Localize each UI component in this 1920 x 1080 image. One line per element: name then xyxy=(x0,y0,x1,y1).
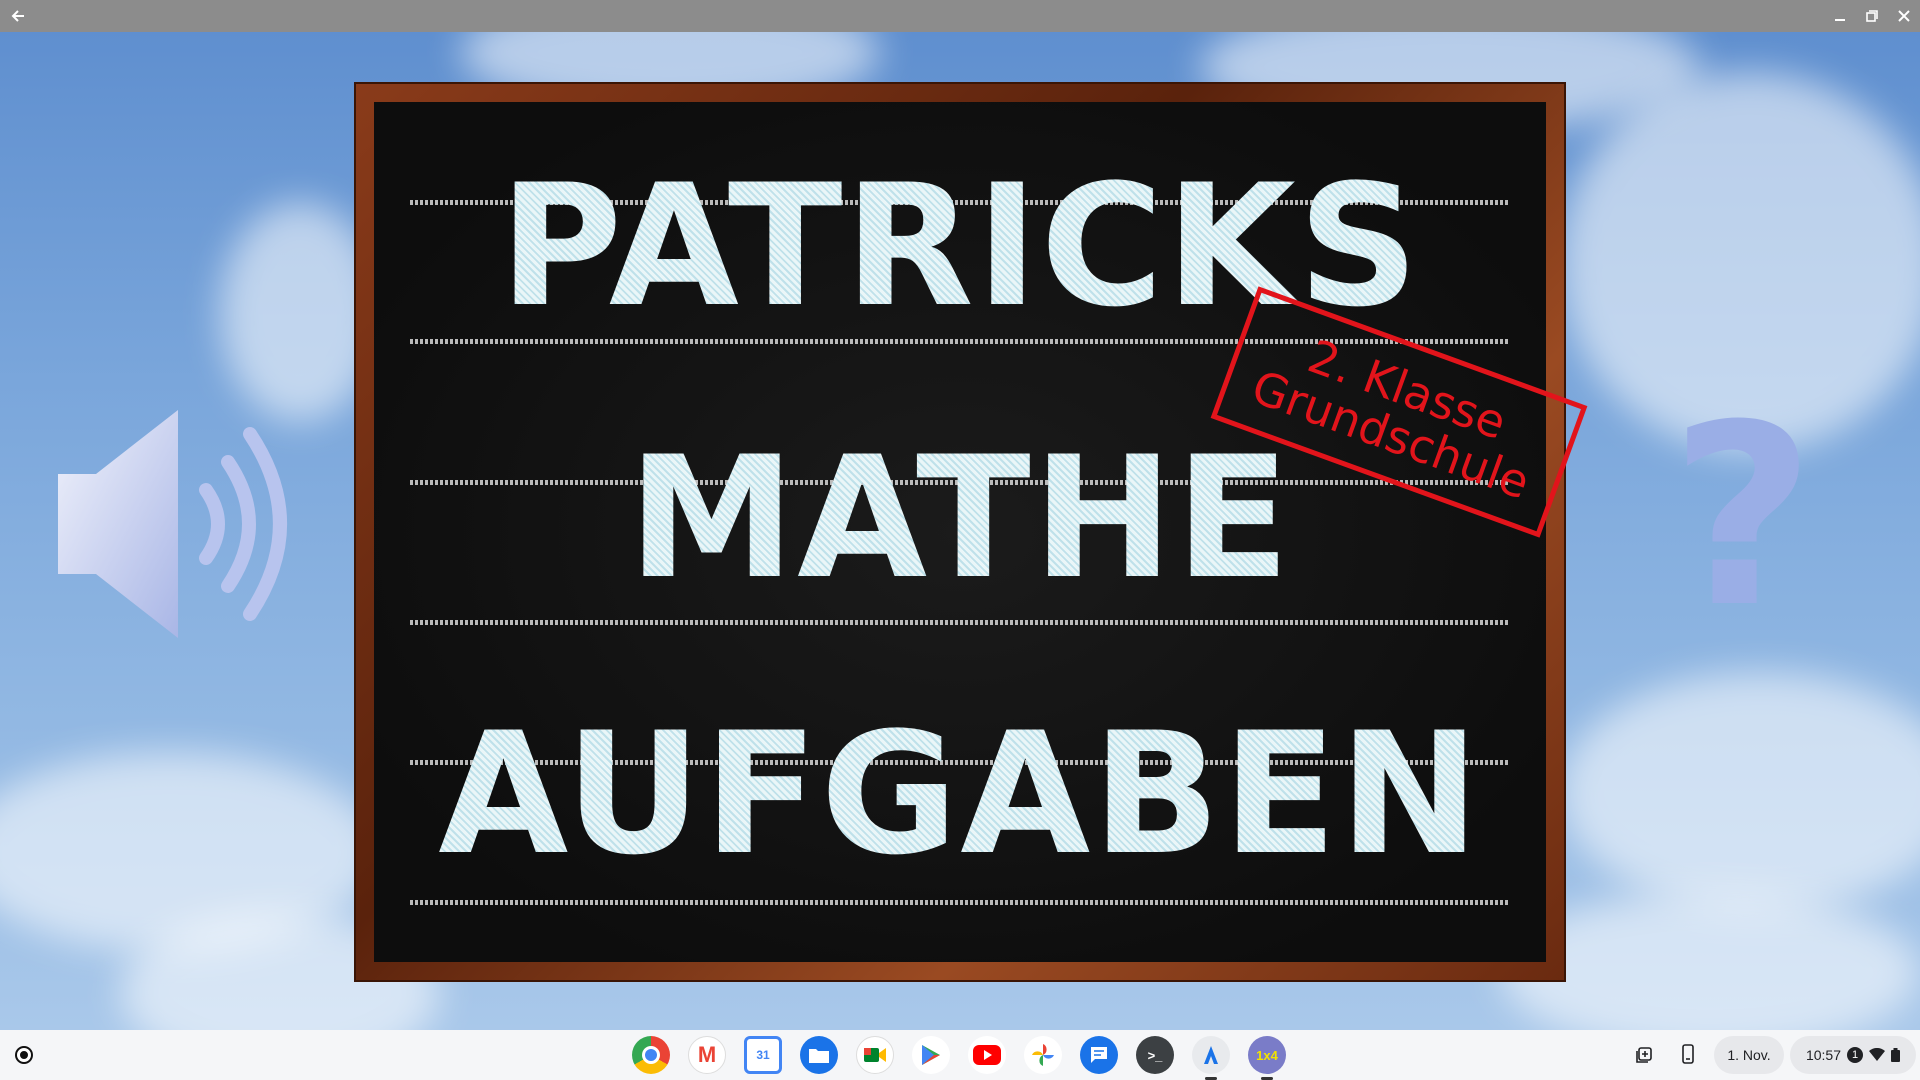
speaker-button[interactable] xyxy=(52,404,302,644)
chrome-icon xyxy=(642,1046,660,1064)
battery-icon xyxy=(1891,1048,1901,1062)
speaker-icon xyxy=(58,410,287,638)
gmail-app[interactable]: M xyxy=(688,1036,726,1074)
restore-button[interactable] xyxy=(1856,0,1888,32)
date-tray[interactable]: 1. Nov. xyxy=(1714,1036,1784,1074)
back-button[interactable] xyxy=(2,0,34,32)
calendar-icon: 31 xyxy=(756,1048,770,1062)
close-icon xyxy=(1898,10,1910,22)
arrow-left-icon xyxy=(11,10,24,22)
restore-icon xyxy=(1866,10,1878,22)
shelf-apps: M 31 >_ 1x4 xyxy=(632,1036,1286,1080)
app-icon-button[interactable] xyxy=(1192,1036,1230,1080)
photos-app[interactable] xyxy=(1024,1036,1062,1074)
meet-app[interactable] xyxy=(856,1036,894,1074)
close-button[interactable] xyxy=(1888,0,1920,32)
math-app-icon: 1x4 xyxy=(1256,1047,1278,1063)
calendar-app[interactable]: 31 xyxy=(744,1036,782,1074)
play-store-app[interactable] xyxy=(912,1036,950,1074)
meet-icon xyxy=(864,1048,886,1062)
photos-icon xyxy=(1032,1044,1054,1066)
time-text: 10:57 xyxy=(1805,1047,1842,1063)
youtube-icon xyxy=(973,1045,1001,1065)
app-icon xyxy=(1204,1046,1218,1064)
messages-app[interactable] xyxy=(1080,1036,1118,1074)
app-content: PATRICKS MATHE AUFGABEN 2. Klasse Grunds… xyxy=(0,32,1920,1030)
holding-space-icon xyxy=(1636,1047,1652,1063)
files-icon xyxy=(809,1049,829,1063)
gmail-icon: M xyxy=(697,1042,717,1067)
terminal-app[interactable]: >_ xyxy=(1136,1036,1174,1074)
phone-icon xyxy=(1682,1044,1694,1064)
status-tray[interactable]: 10:57 1 xyxy=(1790,1036,1916,1074)
cloud xyxy=(1560,672,1920,912)
phone-hub-button[interactable] xyxy=(1670,1036,1706,1072)
math-app[interactable]: 1x4 xyxy=(1248,1036,1286,1080)
chalk-line xyxy=(410,620,1510,625)
chalkboard: PATRICKS MATHE AUFGABEN 2. Klasse Grunds… xyxy=(374,102,1588,962)
play-store-icon xyxy=(922,1045,940,1065)
help-button[interactable]: ? xyxy=(1670,392,1815,642)
launcher-button[interactable] xyxy=(8,1039,40,1071)
terminal-icon: >_ xyxy=(1147,1047,1163,1063)
files-app[interactable] xyxy=(800,1036,838,1074)
notification-badge: 1 xyxy=(1847,1047,1864,1063)
shelf: M 31 >_ 1x4 1. Nov. 10:57 1 xyxy=(0,1030,1920,1080)
holding-space-button[interactable] xyxy=(1627,1036,1663,1072)
title-line-3: AUFGABEN xyxy=(374,710,1546,878)
launcher-icon xyxy=(17,1048,31,1062)
messages-icon xyxy=(1091,1047,1107,1063)
window-title-bar xyxy=(0,0,1920,32)
chrome-app[interactable] xyxy=(632,1036,670,1074)
date-text: 1. Nov. xyxy=(1727,1047,1771,1063)
youtube-app[interactable] xyxy=(968,1036,1006,1074)
chalkboard-frame: PATRICKS MATHE AUFGABEN 2. Klasse Grunds… xyxy=(354,82,1588,982)
minimize-button[interactable] xyxy=(1824,0,1856,32)
title-line-1: PATRICKS xyxy=(374,162,1546,330)
minimize-icon xyxy=(1835,19,1845,21)
wifi-icon xyxy=(1869,1048,1886,1061)
chalk-line xyxy=(410,900,1510,905)
